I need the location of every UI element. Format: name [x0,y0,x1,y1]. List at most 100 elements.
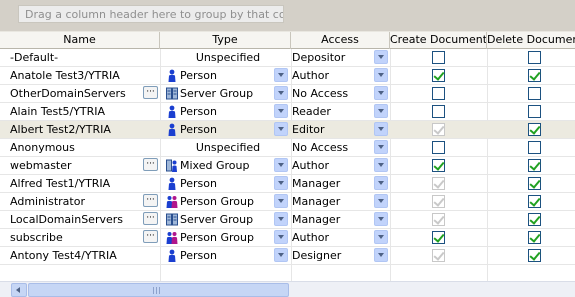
create-documents-checkbox[interactable] [432,159,445,172]
name-cell[interactable]: LocalDomainServers [10,211,145,228]
horizontal-scrollbar[interactable] [0,281,575,297]
table-row[interactable]: subscribe ··· Person Group Author [0,229,575,247]
access-dropdown-button[interactable] [374,158,388,172]
access-cell[interactable]: Author [292,157,374,174]
column-header-name[interactable]: Name [0,32,160,49]
table-row[interactable]: Anonymous Unspecified No Access [0,139,575,157]
delete-documents-checkbox[interactable] [528,123,541,136]
name-cell[interactable]: subscribe [10,229,145,246]
access-dropdown-button[interactable] [374,230,388,244]
access-cell[interactable]: Designer [292,247,374,264]
access-dropdown-button[interactable] [374,248,388,262]
create-documents-checkbox[interactable] [432,231,445,244]
name-cell[interactable]: Anatole Test3/YTRIA [10,67,145,84]
access-dropdown-button[interactable] [374,104,388,118]
access-cell[interactable]: Editor [292,121,374,138]
type-cell[interactable]: Mixed Group [166,157,290,174]
name-cell[interactable]: Antony Test4/YTRIA [10,247,145,264]
browse-names-button[interactable]: ··· [143,86,158,99]
type-cell[interactable]: Person [166,67,290,84]
type-dropdown-button[interactable] [274,86,288,100]
column-header-type[interactable]: Type [160,32,291,49]
access-cell[interactable]: Depositor [292,49,374,66]
type-dropdown-button[interactable] [274,104,288,118]
type-dropdown-button[interactable] [274,230,288,244]
name-cell[interactable]: Alfred Test1/YTRIA [10,175,145,192]
table-row[interactable]: -Default- Unspecified Depositor [0,49,575,67]
type-dropdown-button[interactable] [274,176,288,190]
type-dropdown-button[interactable] [274,122,288,136]
type-cell[interactable]: Person Group [166,193,290,210]
create-documents-checkbox[interactable] [432,105,445,118]
type-cell[interactable]: Person [166,175,290,192]
create-documents-checkbox[interactable] [432,87,445,100]
name-cell[interactable]: Albert Test2/YTRIA [10,121,145,138]
table-row[interactable]: Antony Test4/YTRIA Person Designer [0,247,575,265]
access-dropdown-button[interactable] [374,176,388,190]
scroll-left-button[interactable] [11,283,27,297]
table-row[interactable]: Administrator ··· Person Group Manager [0,193,575,211]
delete-documents-checkbox[interactable] [528,87,541,100]
delete-documents-checkbox[interactable] [528,69,541,82]
name-cell[interactable]: Administrator [10,193,145,210]
table-row[interactable]: Anatole Test3/YTRIA Person Author [0,67,575,85]
scrollbar-thumb[interactable] [28,283,289,297]
type-cell[interactable]: Server Group [166,85,290,102]
access-dropdown-button[interactable] [374,86,388,100]
access-cell[interactable]: Manager [292,211,374,228]
delete-documents-checkbox[interactable] [528,231,541,244]
browse-names-button[interactable]: ··· [143,212,158,225]
access-cell[interactable]: Manager [292,193,374,210]
access-dropdown-button[interactable] [374,194,388,208]
access-dropdown-button[interactable] [374,68,388,82]
column-header-access[interactable]: Access [291,32,390,49]
create-documents-checkbox[interactable] [432,195,445,208]
type-cell[interactable]: Person Group [166,229,290,246]
delete-documents-checkbox[interactable] [528,51,541,64]
type-cell[interactable]: Server Group [166,211,290,228]
name-cell[interactable]: OtherDomainServers [10,85,145,102]
browse-names-button[interactable]: ··· [143,230,158,243]
type-dropdown-button[interactable] [274,248,288,262]
type-cell[interactable]: Unspecified [166,49,290,66]
access-cell[interactable]: No Access [292,139,374,156]
table-row[interactable]: Albert Test2/YTRIA Person Editor [0,121,575,139]
create-documents-checkbox[interactable] [432,141,445,154]
type-dropdown-button[interactable] [274,194,288,208]
delete-documents-checkbox[interactable] [528,213,541,226]
delete-documents-checkbox[interactable] [528,159,541,172]
name-cell[interactable]: Alain Test5/YTRIA [10,103,145,120]
browse-names-button[interactable]: ··· [143,158,158,171]
table-row[interactable]: Alfred Test1/YTRIA Person Manager [0,175,575,193]
type-dropdown-button[interactable] [274,212,288,226]
delete-documents-checkbox[interactable] [528,141,541,154]
create-documents-checkbox[interactable] [432,213,445,226]
create-documents-checkbox[interactable] [432,123,445,136]
name-cell[interactable]: -Default- [10,49,145,66]
table-row[interactable]: webmaster ··· Mixed Group Author [0,157,575,175]
group-by-area[interactable]: Drag a column header here to group by th… [0,0,575,31]
table-row[interactable]: Alain Test5/YTRIA Person Reader [0,103,575,121]
name-cell[interactable]: Anonymous [10,139,145,156]
create-documents-checkbox[interactable] [432,177,445,190]
access-dropdown-button[interactable] [374,50,388,64]
create-documents-checkbox[interactable] [432,249,445,262]
access-cell[interactable]: Author [292,67,374,84]
create-documents-checkbox[interactable] [432,69,445,82]
access-cell[interactable]: Author [292,229,374,246]
type-cell[interactable]: Person [166,247,290,264]
column-header-create-documents[interactable]: Create Documents [390,32,487,49]
access-cell[interactable]: Manager [292,175,374,192]
name-cell[interactable]: webmaster [10,157,145,174]
column-header-delete-documents[interactable]: Delete Documents [487,32,575,49]
delete-documents-checkbox[interactable] [528,177,541,190]
delete-documents-checkbox[interactable] [528,105,541,118]
create-documents-checkbox[interactable] [432,51,445,64]
access-cell[interactable]: No Access [292,85,374,102]
type-cell[interactable]: Person [166,121,290,138]
access-dropdown-button[interactable] [374,140,388,154]
type-dropdown-button[interactable] [274,158,288,172]
type-cell[interactable]: Unspecified [166,139,290,156]
delete-documents-checkbox[interactable] [528,249,541,262]
browse-names-button[interactable]: ··· [143,194,158,207]
